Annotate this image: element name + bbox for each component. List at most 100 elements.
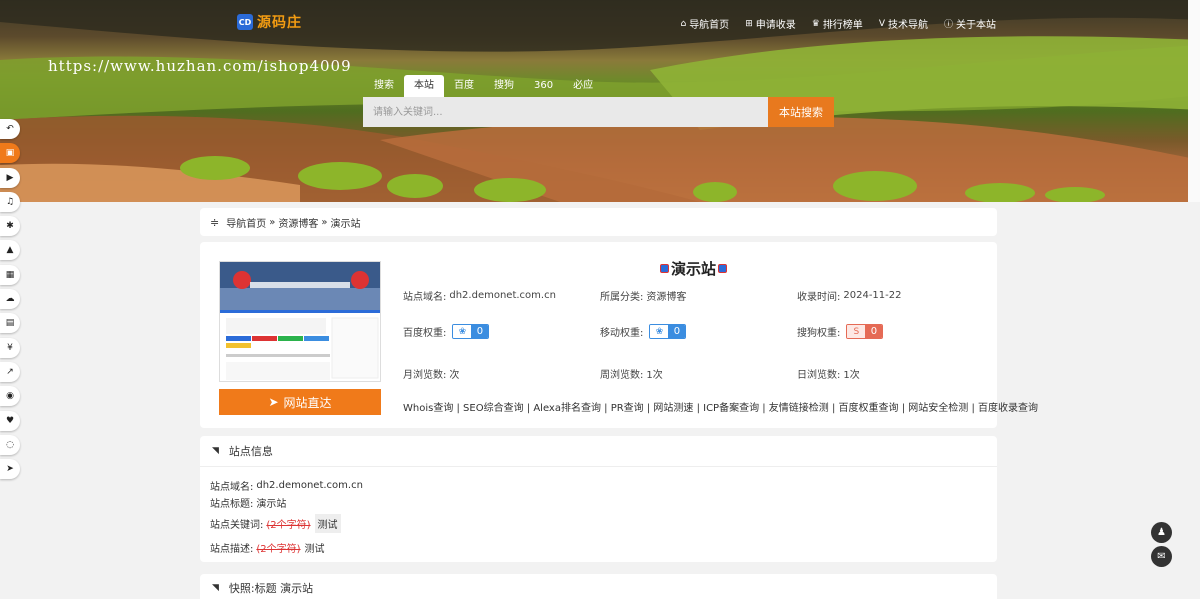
baidu-rank-value: 0 xyxy=(471,325,489,338)
site-screenshot[interactable] xyxy=(219,261,381,382)
keyword-tag: 测试 xyxy=(314,514,341,533)
monthly-views-label: 月浏览数: xyxy=(403,370,447,381)
site-date-label: 收录时间: xyxy=(797,292,841,303)
site-detail-card: ➤ 网站直达 演示站 站点域名: dh2.demonet.com.cn 所属分类… xyxy=(200,242,1038,428)
chart-icon[interactable]: ↗ xyxy=(0,361,20,382)
apps-icon[interactable]: ▦ xyxy=(0,264,20,285)
nav-submit-label: 申请收录 xyxy=(755,20,796,31)
document-icon[interactable]: ▤ xyxy=(0,313,20,334)
info-desc-count: (2个字符) xyxy=(256,544,301,555)
nav-about[interactable]: ⓘ 关于本站 xyxy=(944,16,996,31)
logo-text: 源码庄 xyxy=(257,15,302,31)
search-tabs: 搜索 本站 百度 搜狗 360 必应 xyxy=(364,75,603,97)
nav-home[interactable]: ⌂ 导航首页 xyxy=(680,16,730,32)
sogou-rank: 搜狗权重: S 0 xyxy=(797,324,884,339)
nav-about-label: 关于本站 xyxy=(956,20,996,31)
baidu-rank-badge[interactable]: ❀ 0 xyxy=(452,324,490,339)
nav-submit[interactable]: ⊞ 申请收录 xyxy=(745,16,796,32)
video-icon[interactable]: ▶ xyxy=(0,167,20,188)
mobile-rank-label: 移动权重: xyxy=(600,328,644,339)
info-domain-label: 站点域名: xyxy=(210,482,254,493)
nav-ranking-label: 排行榜单 xyxy=(822,20,863,31)
menu-icon: ≑ xyxy=(210,215,220,229)
sogou-rank-label: 搜狗权重: xyxy=(797,328,841,339)
mobile-rank-badge[interactable]: ❀ 0 xyxy=(649,324,687,339)
info-keywords-count: (2个字符) xyxy=(266,520,311,531)
seo-tool-links[interactable]: Whois查询 | SEO综合查询 | Alexa排名查询 | PR查询 | 网… xyxy=(403,399,1038,414)
paw-icon: ❀ xyxy=(650,325,669,338)
search-tab-sogou[interactable]: 搜狗 xyxy=(484,75,524,97)
search-tab-site[interactable]: 本站 xyxy=(404,75,444,97)
monthly-views: 月浏览数: 次 xyxy=(403,366,459,381)
weekly-views: 周浏览数: 1次 xyxy=(600,366,663,381)
site-category: 所属分类: 资源博客 xyxy=(600,288,686,303)
mobile-rank-value: 0 xyxy=(668,325,686,338)
graduation-icon[interactable]: ▲ xyxy=(0,240,20,261)
info-icon: ⓘ xyxy=(943,20,953,30)
nav-tech[interactable]: V 技术导航 xyxy=(878,16,928,32)
qq-icon[interactable]: ♟ xyxy=(1151,522,1172,543)
baidu-rank-label: 百度权重: xyxy=(403,328,447,339)
info-title-label: 站点标题: xyxy=(210,499,254,510)
compass-icon[interactable]: ◉ xyxy=(0,386,20,407)
info-desc-row: 站点描述: (2个字符) 测试 xyxy=(210,540,325,555)
back-icon[interactable]: ↶ xyxy=(0,119,20,139)
site-logo[interactable]: CD 源码庄 xyxy=(237,12,302,32)
info-desc-label: 站点描述: xyxy=(210,544,254,555)
nav-home-label: 导航首页 xyxy=(689,20,730,31)
nav-ranking[interactable]: ♛ 排行榜单 xyxy=(812,16,863,32)
shop-icon[interactable]: ▣ xyxy=(0,143,20,164)
visit-site-button[interactable]: ➤ 网站直达 xyxy=(219,389,381,415)
monthly-views-value: 次 xyxy=(449,370,460,381)
snapshot-heading: 快照:标题 演示站 xyxy=(228,582,314,595)
site-date-value: 2024-11-22 xyxy=(843,290,902,301)
flag-icon xyxy=(718,264,728,273)
breadcrumb: ≑ 导航首页 » 资源博客 » 演示站 xyxy=(200,208,997,236)
snapshot-card: ◥ 快照:标题 演示站 xyxy=(200,574,997,599)
cloud-icon[interactable]: ☁ xyxy=(0,289,20,310)
music-icon[interactable]: ♫ xyxy=(0,191,20,212)
top-navigation: ⌂ 导航首页 ⊞ 申请收录 ♛ 排行榜单 V 技术导航 ⓘ 关于本站 xyxy=(680,16,996,32)
search-tab-search[interactable]: 搜索 xyxy=(364,75,404,97)
mail-icon[interactable]: ✉ xyxy=(1151,546,1172,567)
site-info-card: ◥ 站点信息 站点域名: dh2.demonet.com.cn 站点标题: 演示… xyxy=(200,436,997,562)
rss-icon: ◥ xyxy=(212,583,219,593)
visit-site-label: 网站直达 xyxy=(283,395,332,410)
vimeo-icon: V xyxy=(878,18,885,29)
breadcrumb-category[interactable]: 资源博客 xyxy=(278,215,318,230)
rss-icon: ◥ xyxy=(212,446,219,456)
site-domain-label: 站点域名: xyxy=(403,292,447,303)
search-tab-baidu[interactable]: 百度 xyxy=(444,75,484,97)
breadcrumb-separator: » xyxy=(321,216,328,228)
breadcrumb-current: 演示站 xyxy=(330,218,361,230)
daily-views: 日浏览数: 1次 xyxy=(797,366,860,381)
search-button[interactable]: 本站搜索 xyxy=(768,97,834,127)
right-toolbar: ♟ ✉ xyxy=(1151,522,1172,570)
home-icon: ⌂ xyxy=(680,18,687,29)
info-keywords-row: 站点关键词: (2个字符) 测试 xyxy=(210,514,341,533)
search-input[interactable] xyxy=(363,97,768,127)
send-icon: ➤ xyxy=(268,395,279,409)
daily-views-value: 1次 xyxy=(843,370,860,381)
code-icon[interactable]: ✱ xyxy=(0,216,20,237)
sogou-rank-badge[interactable]: S 0 xyxy=(846,324,884,339)
support-icon[interactable]: ◌ xyxy=(0,434,20,455)
breadcrumb-home[interactable]: 导航首页 xyxy=(226,215,266,230)
yen-icon[interactable]: ¥ xyxy=(0,337,20,358)
info-domain-value: dh2.demonet.com.cn xyxy=(256,480,363,491)
left-toolbar: ↶ ▣ ▶ ♫ ✱ ▲ ▦ ☁ ▤ ¥ ↗ ◉ ♥ ◌ ➤ xyxy=(0,119,20,483)
info-title-row: 站点标题: 演示站 xyxy=(210,495,286,510)
site-category-value[interactable]: 资源博客 xyxy=(646,288,686,303)
info-title-value: 演示站 xyxy=(256,499,287,510)
snapshot-header: ◥ 快照:标题 演示站 xyxy=(200,574,997,599)
send-icon[interactable]: ➤ xyxy=(0,459,20,480)
site-domain-value: dh2.demonet.com.cn xyxy=(449,290,556,301)
breadcrumb-separator: » xyxy=(269,216,276,228)
search-tab-360[interactable]: 360 xyxy=(524,75,563,97)
search-tab-bing[interactable]: 必应 xyxy=(563,75,603,97)
site-domain: 站点域名: dh2.demonet.com.cn xyxy=(403,288,556,303)
site-date: 收录时间: 2024-11-22 xyxy=(797,288,902,303)
heartbeat-icon[interactable]: ♥ xyxy=(0,410,20,431)
search-box: 本站搜索 xyxy=(363,97,834,127)
flag-icon xyxy=(660,264,669,273)
